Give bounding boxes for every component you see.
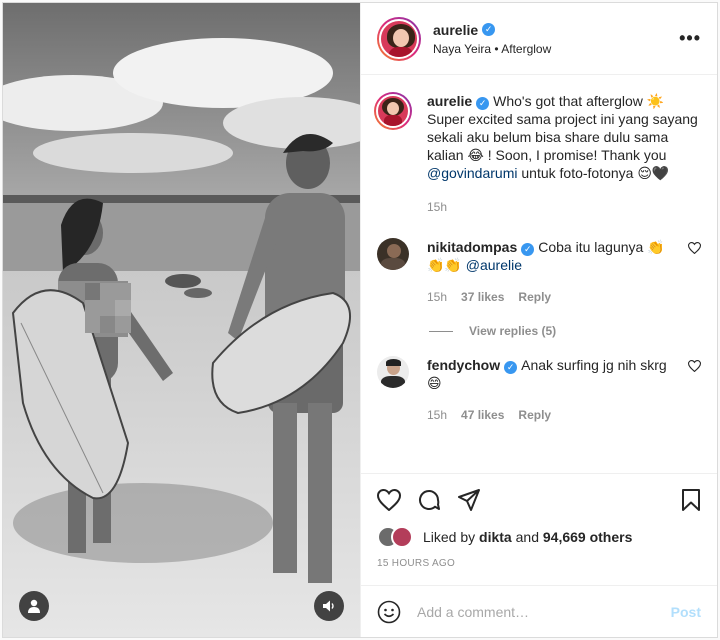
more-options-button[interactable]: ••• [679,28,701,49]
like-comment-heart-icon[interactable] [688,360,701,372]
post-comment-button[interactable]: Post [671,604,701,620]
likes-text: Liked by dikta and 94,669 others [423,529,632,545]
view-replies-label: View replies (5) [469,324,557,338]
comment-likes[interactable]: 47 likes [461,406,504,424]
post-header: aurelie ✓ Naya Yeira • Afterglow ••• [361,3,717,75]
verified-badge-icon: ✓ [482,23,496,36]
likes-prefix: Liked by [423,529,480,545]
comment-time[interactable]: 15h [427,406,447,424]
comment-input[interactable]: Add a comment… [417,604,671,620]
audio-toggle-button[interactable] [314,591,344,621]
speaker-icon [323,600,334,612]
comment-time[interactable]: 15h [427,288,447,306]
commenter-username[interactable]: fendychow [427,357,500,373]
like-heart-icon[interactable] [377,489,401,511]
caption-mention-link[interactable]: @govindarumi [427,165,517,181]
reply-button[interactable]: Reply [518,406,551,424]
tagged-users-button[interactable] [19,591,49,621]
likes-middle: and [511,529,543,545]
reply-button[interactable]: Reply [518,288,551,306]
comment-mention-link[interactable]: @aurelie [466,257,522,273]
emoji-smiley-icon[interactable] [377,600,401,624]
comment-row: nikitadompas ✓ Coba itu lagunya 👏👏👏 @aurel… [377,238,701,306]
caption-username[interactable]: aurelie [427,93,472,109]
commenter-avatar[interactable] [377,238,409,270]
comment-likes[interactable]: 37 likes [461,288,504,306]
share-paper-plane-icon[interactable] [457,488,481,512]
save-bookmark-icon[interactable] [681,488,701,512]
replies-divider-line [429,330,453,332]
liker-avatars[interactable] [377,526,417,548]
commenter-username[interactable]: nikitadompas [427,239,517,255]
liker-username[interactable]: dikta [479,529,512,545]
likes-summary: Liked by dikta and 94,669 others [377,526,701,548]
caption-row: aurelie ✓ Who's got that afterglow ☀️ Supe… [374,92,701,216]
post-subtitle[interactable]: Naya Yeira • Afterglow [433,42,679,56]
post-timestamp[interactable]: 15 HOURS AGO [377,558,701,569]
post-photo[interactable] [3,3,360,637]
author-username[interactable]: aurelie [433,22,478,38]
verified-badge-icon: ✓ [476,97,490,110]
comment-bubble-icon[interactable] [417,488,441,512]
caption-avatar[interactable] [374,92,412,130]
view-replies-button[interactable]: View replies (5) [429,324,701,338]
caption-time[interactable]: 15h [427,198,447,216]
verified-badge-icon: ✓ [521,243,535,256]
caption-text-end: untuk foto-fotonya 😌🖤 [517,165,670,181]
post-side-panel: aurelie ✓ Naya Yeira • Afterglow ••• aur… [360,3,717,637]
beach-photo-image [3,3,360,637]
comment-row: fendychow ✓ Anak surfing jg nih skrg 😄 15h… [377,356,701,424]
comments-list[interactable]: aurelie ✓ Who's got that afterglow ☀️ Supe… [361,76,717,473]
post-actions: Liked by dikta and 94,669 others 15 HOUR… [361,473,717,585]
add-comment-bar: Add a comment… Post [361,585,717,637]
author-avatar[interactable] [377,16,421,61]
commenter-avatar[interactable] [377,356,409,388]
like-comment-heart-icon[interactable] [688,242,701,254]
post-modal: aurelie ✓ Naya Yeira • Afterglow ••• aur… [2,2,718,638]
user-icon [28,599,40,613]
verified-badge-icon: ✓ [504,361,518,374]
likes-count-button[interactable]: 94,669 others [543,529,633,545]
